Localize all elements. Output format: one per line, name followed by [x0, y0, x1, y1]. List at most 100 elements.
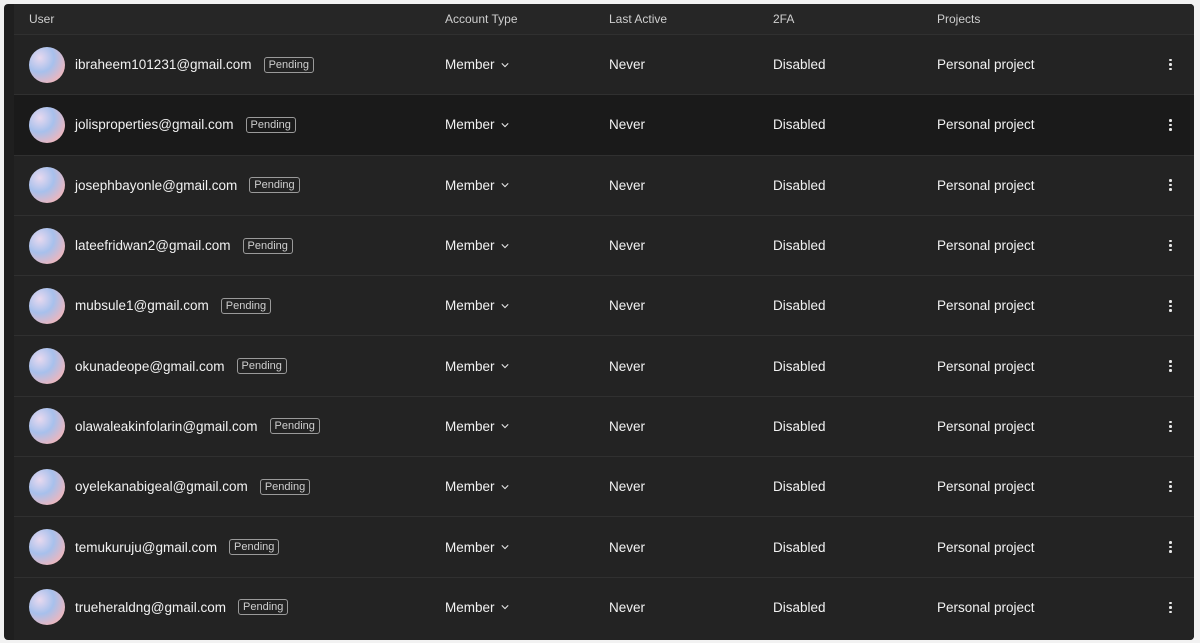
status-badge: Pending	[269, 418, 320, 435]
user-cell: jolisproperties@gmail.com Pending	[14, 106, 445, 143]
more-vertical-icon[interactable]	[1165, 57, 1177, 73]
user-cell: olawaleakinfolarin@gmail.com Pending	[14, 408, 445, 445]
user-email: ibraheem101231@gmail.com	[75, 57, 252, 73]
row-actions	[1147, 177, 1194, 193]
last-active: Never	[609, 479, 646, 495]
more-vertical-icon[interactable]	[1165, 539, 1177, 555]
account-type-dropdown[interactable]: Member	[445, 238, 609, 253]
table-row: jolisproperties@gmail.com Pending Member…	[14, 94, 1194, 155]
account-type-label: Member	[445, 117, 495, 133]
status-badge: Pending	[220, 297, 272, 314]
avatar	[29, 106, 65, 143]
table-row: oyelekanabigeal@gmail.com Pending Member…	[14, 456, 1194, 517]
project-name: Personal project	[937, 117, 1035, 133]
status-badge: Pending	[249, 177, 300, 194]
two-fa-status: Disabled	[773, 418, 826, 434]
row-actions	[1147, 539, 1194, 555]
two-fa-status: Disabled	[773, 57, 826, 73]
avatar	[29, 287, 65, 324]
more-vertical-icon[interactable]	[1165, 599, 1177, 615]
more-vertical-icon[interactable]	[1165, 479, 1177, 495]
project-name: Personal project	[937, 358, 1035, 374]
two-fa-status: Disabled	[773, 358, 826, 374]
status-badge: Pending	[263, 56, 314, 73]
last-active: Never	[609, 57, 646, 73]
user-email: okunadeope@gmail.com	[75, 358, 225, 374]
project-name: Personal project	[937, 479, 1035, 495]
row-actions	[1147, 418, 1194, 434]
chevron-down-icon	[500, 364, 509, 369]
more-vertical-icon[interactable]	[1165, 418, 1177, 434]
two-fa-status: Disabled	[773, 298, 826, 314]
chevron-down-icon	[500, 605, 509, 610]
chevron-down-icon	[500, 122, 509, 128]
user-cell: josephbayonle@gmail.com Pending	[14, 167, 445, 204]
last-active: Never	[609, 298, 646, 314]
table-row: lateefridwan2@gmail.com Pending Member N…	[14, 214, 1194, 276]
account-type-dropdown[interactable]: Member	[445, 419, 609, 434]
chevron-down-icon	[500, 545, 509, 550]
more-vertical-icon[interactable]	[1165, 177, 1177, 193]
table-row: ibraheem101231@gmail.com Pending Member …	[14, 34, 1194, 95]
user-email: mubsule1@gmail.com	[75, 298, 209, 314]
user-email: josephbayonle@gmail.com	[75, 177, 238, 193]
account-type-dropdown[interactable]: Member	[445, 298, 609, 313]
project-name: Personal project	[937, 238, 1035, 254]
table-row: trueheraldng@gmail.com Pending Member Ne…	[14, 576, 1194, 637]
user-email: oyelekanabigeal@gmail.com	[75, 479, 248, 495]
user-cell: ibraheem101231@gmail.com Pending	[14, 46, 445, 83]
account-type-dropdown[interactable]: Member	[445, 540, 609, 555]
row-actions	[1147, 599, 1194, 615]
two-fa-status: Disabled	[773, 599, 826, 615]
status-badge: Pending	[242, 237, 293, 254]
last-active: Never	[609, 238, 646, 254]
account-type-dropdown[interactable]: Member	[445, 359, 609, 374]
avatar	[29, 529, 65, 566]
status-badge: Pending	[236, 358, 287, 375]
more-vertical-icon[interactable]	[1165, 117, 1177, 133]
account-type-label: Member	[445, 418, 495, 434]
last-active: Never	[609, 177, 646, 193]
user-cell: trueheraldng@gmail.com Pending	[14, 589, 445, 626]
two-fa-status: Disabled	[773, 117, 826, 133]
account-type-dropdown[interactable]: Member	[445, 57, 609, 72]
account-type-dropdown[interactable]: Member	[445, 479, 609, 494]
more-vertical-icon[interactable]	[1165, 298, 1177, 314]
account-type-label: Member	[445, 599, 495, 615]
user-cell: okunadeope@gmail.com Pending	[14, 348, 445, 385]
user-email: lateefridwan2@gmail.com	[75, 238, 231, 254]
user-email: jolisproperties@gmail.com	[75, 117, 234, 133]
row-actions	[1147, 117, 1194, 133]
table-row: okunadeope@gmail.com Pending Member Neve…	[14, 335, 1194, 396]
avatar	[29, 408, 65, 445]
user-email: trueheraldng@gmail.com	[75, 599, 227, 615]
avatar	[29, 167, 65, 204]
project-name: Personal project	[937, 298, 1035, 314]
chevron-down-icon	[500, 424, 509, 429]
status-badge: Pending	[238, 599, 289, 616]
account-type-dropdown[interactable]: Member	[445, 178, 609, 193]
user-email: olawaleakinfolarin@gmail.com	[75, 418, 258, 434]
status-badge: Pending	[245, 116, 296, 133]
project-name: Personal project	[937, 539, 1035, 555]
status-badge: Pending	[229, 539, 280, 556]
table-header: User Account Type Last Active 2FA Projec…	[14, 4, 1194, 34]
table-body: ibraheem101231@gmail.com Pending Member …	[14, 34, 1194, 637]
last-active: Never	[609, 599, 646, 615]
user-cell: lateefridwan2@gmail.com Pending	[14, 227, 445, 264]
table-row: temukuruju@gmail.com Pending Member Neve…	[14, 516, 1194, 577]
project-name: Personal project	[937, 177, 1035, 193]
last-active: Never	[609, 358, 646, 374]
account-type-dropdown[interactable]: Member	[445, 117, 609, 132]
more-vertical-icon[interactable]	[1165, 238, 1177, 254]
row-actions	[1147, 358, 1194, 374]
more-vertical-icon[interactable]	[1165, 358, 1177, 374]
user-cell: mubsule1@gmail.com Pending	[14, 287, 445, 324]
user-cell: oyelekanabigeal@gmail.com Pending	[14, 468, 445, 505]
account-type-label: Member	[445, 298, 495, 314]
chevron-down-icon	[500, 62, 509, 68]
avatar	[29, 348, 65, 385]
account-type-dropdown[interactable]: Member	[445, 600, 609, 615]
header-last-active: Last Active	[609, 12, 668, 26]
table-row: josephbayonle@gmail.com Pending Member N…	[14, 154, 1194, 215]
